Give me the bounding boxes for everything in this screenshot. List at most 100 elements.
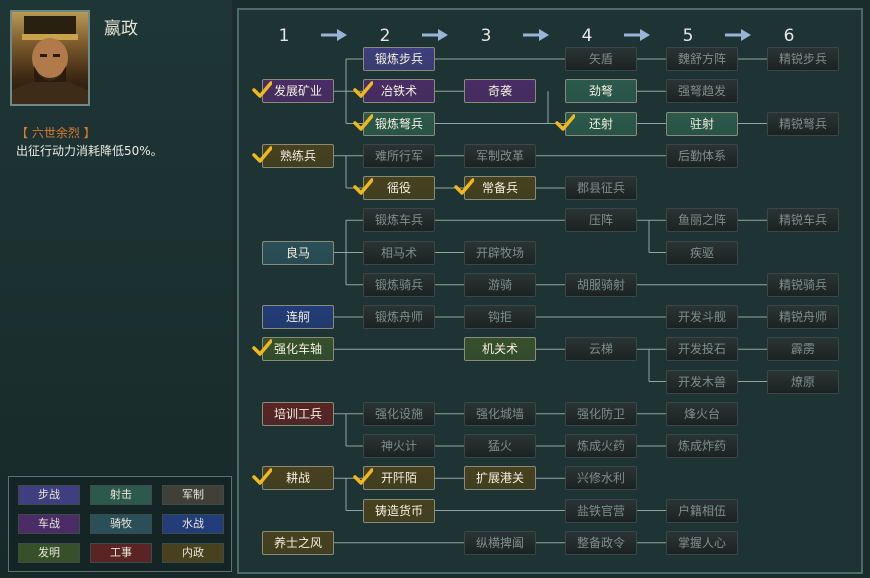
tech-node-r14c2[interactable]: 铸造货币 (363, 498, 435, 523)
tech-node-r8c2[interactable]: 锻炼舟师 (363, 305, 435, 329)
tech-node-r11c3[interactable]: 强化城墙 (464, 401, 536, 426)
tech-node-r9c1[interactable]: 强化车轴 (252, 337, 334, 362)
tech-node-r4c3[interactable]: 常备兵 (454, 176, 536, 200)
tech-node-r2c2[interactable]: 锻炼弩兵 (353, 111, 435, 136)
tech-node-r1c2[interactable]: 冶铁术 (353, 79, 435, 104)
researched-check-icon (555, 113, 575, 131)
tech-label: 炼成炸药 (677, 439, 726, 453)
tech-node-r9c5[interactable]: 开发投石 (666, 337, 738, 362)
tech-node-r15c1[interactable]: 养士之风 (262, 530, 334, 555)
tech-node-r0c6[interactable]: 精锐步兵 (767, 47, 839, 71)
tech-node-r11c1[interactable]: 培训工兵 (262, 401, 334, 426)
tech-label: 良马 (285, 245, 310, 260)
trait-name: 【 六世余烈 】 (16, 126, 96, 140)
trait-description: 出征行动力消耗降低50%。 (16, 144, 163, 158)
tech-node-r5c5[interactable]: 鱼丽之阵 (666, 208, 738, 233)
tech-node-r2c5[interactable]: 驻射 (666, 111, 738, 136)
tech-node-r10c5[interactable]: 开发木兽 (666, 369, 738, 394)
researched-check-icon (252, 339, 272, 356)
tech-node-r1c3[interactable]: 奇袭 (464, 79, 536, 104)
tech-label: 还射 (588, 116, 613, 131)
researched-check-icon (353, 468, 373, 485)
tech-node-r12c3[interactable]: 猛火 (464, 434, 536, 458)
tech-node-r8c5[interactable]: 开发斗舰 (666, 305, 738, 329)
tech-node-r3c3[interactable]: 军制改革 (464, 143, 536, 168)
tech-node-r7c4[interactable]: 胡服骑射 (565, 272, 637, 297)
tech-node-r11c5[interactable]: 烽火台 (666, 401, 738, 426)
tech-node-r6c2[interactable]: 相马术 (363, 240, 435, 265)
column-header-4: 4 (581, 26, 593, 46)
tech-node-r6c1[interactable]: 良马 (262, 240, 334, 265)
tech-label: 强化防卫 (576, 406, 625, 421)
tech-node-r8c6[interactable]: 精锐舟师 (767, 305, 839, 329)
tech-label: 耕战 (285, 471, 310, 486)
category-legend: 步战 射击 军制 车战 骑牧 水战 发明 工事 内政 (8, 476, 232, 572)
tech-node-r9c6[interactable]: 霹雳 (767, 337, 839, 362)
tech-node-r9c3[interactable]: 机关术 (464, 337, 536, 362)
tech-node-r8c1[interactable]: 连舸 (262, 305, 334, 329)
tech-node-r12c4[interactable]: 炼成火药 (565, 434, 637, 458)
tech-label: 机关术 (481, 342, 518, 357)
tech-node-r7c2[interactable]: 锻炼骑兵 (363, 272, 435, 297)
tech-node-r10c6[interactable]: 燎原 (767, 369, 839, 394)
legend-military: 军制 (162, 485, 224, 505)
tech-node-r5c2[interactable]: 锻炼车兵 (363, 208, 435, 233)
tech-node-r13c4[interactable]: 兴修水利 (565, 466, 637, 491)
tech-node-r8c3[interactable]: 钩拒 (464, 305, 536, 329)
tech-node-r1c4[interactable]: 劲弩 (565, 79, 637, 104)
tech-node-r15c4[interactable]: 整备政令 (565, 530, 637, 555)
tech-node-r1c5[interactable]: 强弩趋发 (666, 79, 738, 104)
tech-node-r3c1[interactable]: 熟练兵 (252, 143, 334, 168)
tech-node-r4c4[interactable]: 郡县征兵 (565, 176, 637, 200)
tech-node-r5c6[interactable]: 精锐车兵 (767, 208, 839, 233)
tech-label: 锻炼骑兵 (374, 277, 423, 292)
tech-node-r11c2[interactable]: 强化设施 (363, 401, 435, 426)
column-header-1: 1 (278, 26, 290, 46)
tech-node-r1c1[interactable]: 发展矿业 (252, 79, 334, 104)
tech-label: 锻炼舟师 (374, 310, 423, 324)
tech-node-r14c5[interactable]: 户籍相伍 (666, 498, 738, 523)
legend-cavalry: 骑牧 (90, 514, 152, 534)
tech-label: 锻炼弩兵 (374, 116, 423, 131)
tech-node-r6c3[interactable]: 开辟牧场 (464, 240, 536, 265)
tech-node-r15c5[interactable]: 掌握人心 (666, 530, 738, 555)
tech-node-r4c2[interactable]: 徭役 (353, 176, 435, 200)
tech-node-r13c2[interactable]: 开阡陌 (353, 466, 435, 491)
ruler-portrait (10, 10, 90, 106)
arrow-right-icon (422, 29, 448, 41)
tech-label: 烽火台 (683, 406, 720, 421)
tech-node-r15c3[interactable]: 纵横捭阖 (464, 530, 536, 555)
tech-label: 纵横捭阖 (475, 535, 524, 550)
tech-node-r12c5[interactable]: 炼成炸药 (666, 434, 738, 458)
tech-node-r0c2[interactable]: 锻炼步兵 (363, 47, 435, 71)
tech-label: 开发投石 (677, 342, 726, 357)
tech-label: 难所行军 (374, 148, 423, 163)
tech-node-r7c3[interactable]: 游骑 (464, 272, 536, 297)
tech-label: 培训工兵 (273, 406, 322, 421)
tech-label: 郡县征兵 (576, 181, 625, 195)
tech-node-r2c4[interactable]: 还射 (555, 111, 637, 136)
tech-node-r7c6[interactable]: 精锐骑兵 (767, 272, 839, 297)
tech-node-r12c2[interactable]: 神火计 (363, 434, 435, 458)
tech-node-r3c5[interactable]: 后勤体系 (666, 143, 738, 168)
tech-label: 兴修水利 (576, 471, 625, 486)
tech-label: 强化车轴 (273, 342, 322, 357)
tech-label: 精锐骑兵 (778, 277, 827, 292)
tech-node-r5c4[interactable]: 压阵 (565, 208, 637, 233)
tech-node-r14c4[interactable]: 盐铁官营 (565, 498, 637, 523)
tech-label: 连舸 (285, 310, 310, 324)
tech-label: 常备兵 (481, 181, 518, 195)
tech-node-r6c5[interactable]: 疾驱 (666, 240, 738, 265)
tech-node-r0c4[interactable]: 矢盾 (565, 47, 637, 71)
arrow-right-icon (624, 29, 650, 41)
researched-check-icon (353, 113, 373, 131)
tech-node-r13c1[interactable]: 耕战 (252, 466, 334, 491)
legend-invention: 发明 (18, 543, 80, 563)
tech-node-r0c5[interactable]: 魏舒方阵 (666, 47, 738, 71)
tech-node-r2c6[interactable]: 精锐弩兵 (767, 111, 839, 136)
tech-node-r13c3[interactable]: 扩展港关 (464, 466, 536, 491)
tech-label: 熟练兵 (279, 148, 316, 163)
tech-node-r9c4[interactable]: 云梯 (565, 337, 637, 362)
tech-node-r3c2[interactable]: 难所行军 (363, 143, 435, 168)
tech-node-r11c4[interactable]: 强化防卫 (565, 401, 637, 426)
